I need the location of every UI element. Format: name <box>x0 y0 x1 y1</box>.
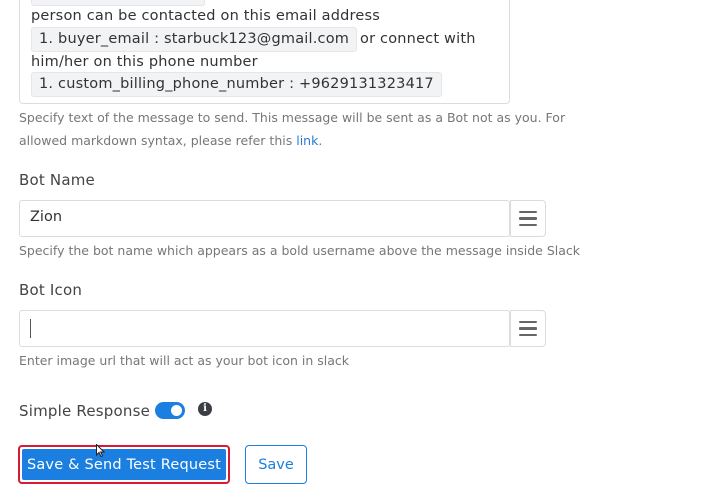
bot-icon-input[interactable] <box>19 310 510 347</box>
bot-icon-help-text: Enter image url that will act as your bo… <box>19 353 350 368</box>
highlight-outline: Save & Send Test Request <box>18 445 230 484</box>
message-help-text-2: allowed markdown syntax, please refer th… <box>19 133 323 148</box>
variable-pill-email: 1. buyer_email : starbuck123@gmail.com <box>31 27 358 52</box>
bot-icon-label: Bot Icon <box>19 281 83 299</box>
bot-name-input[interactable]: Zion <box>19 200 510 237</box>
bot-name-help-text: Specify the bot name which appears as a … <box>19 243 581 258</box>
message-line: or connect with <box>360 31 476 47</box>
toggle-knob <box>171 405 182 416</box>
message-textarea[interactable]: person can be contacted on this email ad… <box>19 0 510 104</box>
mouse-cursor-icon <box>96 444 105 457</box>
message-line: him/her on this phone number <box>31 54 258 70</box>
bot-name-label: Bot Name <box>19 171 95 189</box>
message-help-text: Specify text of the message to send. Thi… <box>19 110 566 125</box>
simple-response-toggle[interactable] <box>155 402 185 419</box>
hamburger-icon <box>519 320 537 324</box>
simple-response-label: Simple Response <box>19 402 151 420</box>
variable-pill-phone: 1. custom_billing_phone_number : +962913… <box>31 72 442 97</box>
markdown-help-link[interactable]: link <box>296 133 318 148</box>
save-button[interactable]: Save <box>245 445 307 484</box>
bot-name-menu-button[interactable] <box>510 200 546 237</box>
message-line: person can be contacted on this email ad… <box>31 8 380 24</box>
hamburger-icon <box>519 210 537 214</box>
save-and-send-test-request-button[interactable]: Save & Send Test Request <box>22 449 226 480</box>
bot-icon-menu-button[interactable] <box>510 310 546 347</box>
text-caret <box>30 319 31 338</box>
variable-pill <box>31 0 205 6</box>
info-icon[interactable]: i <box>198 402 212 416</box>
